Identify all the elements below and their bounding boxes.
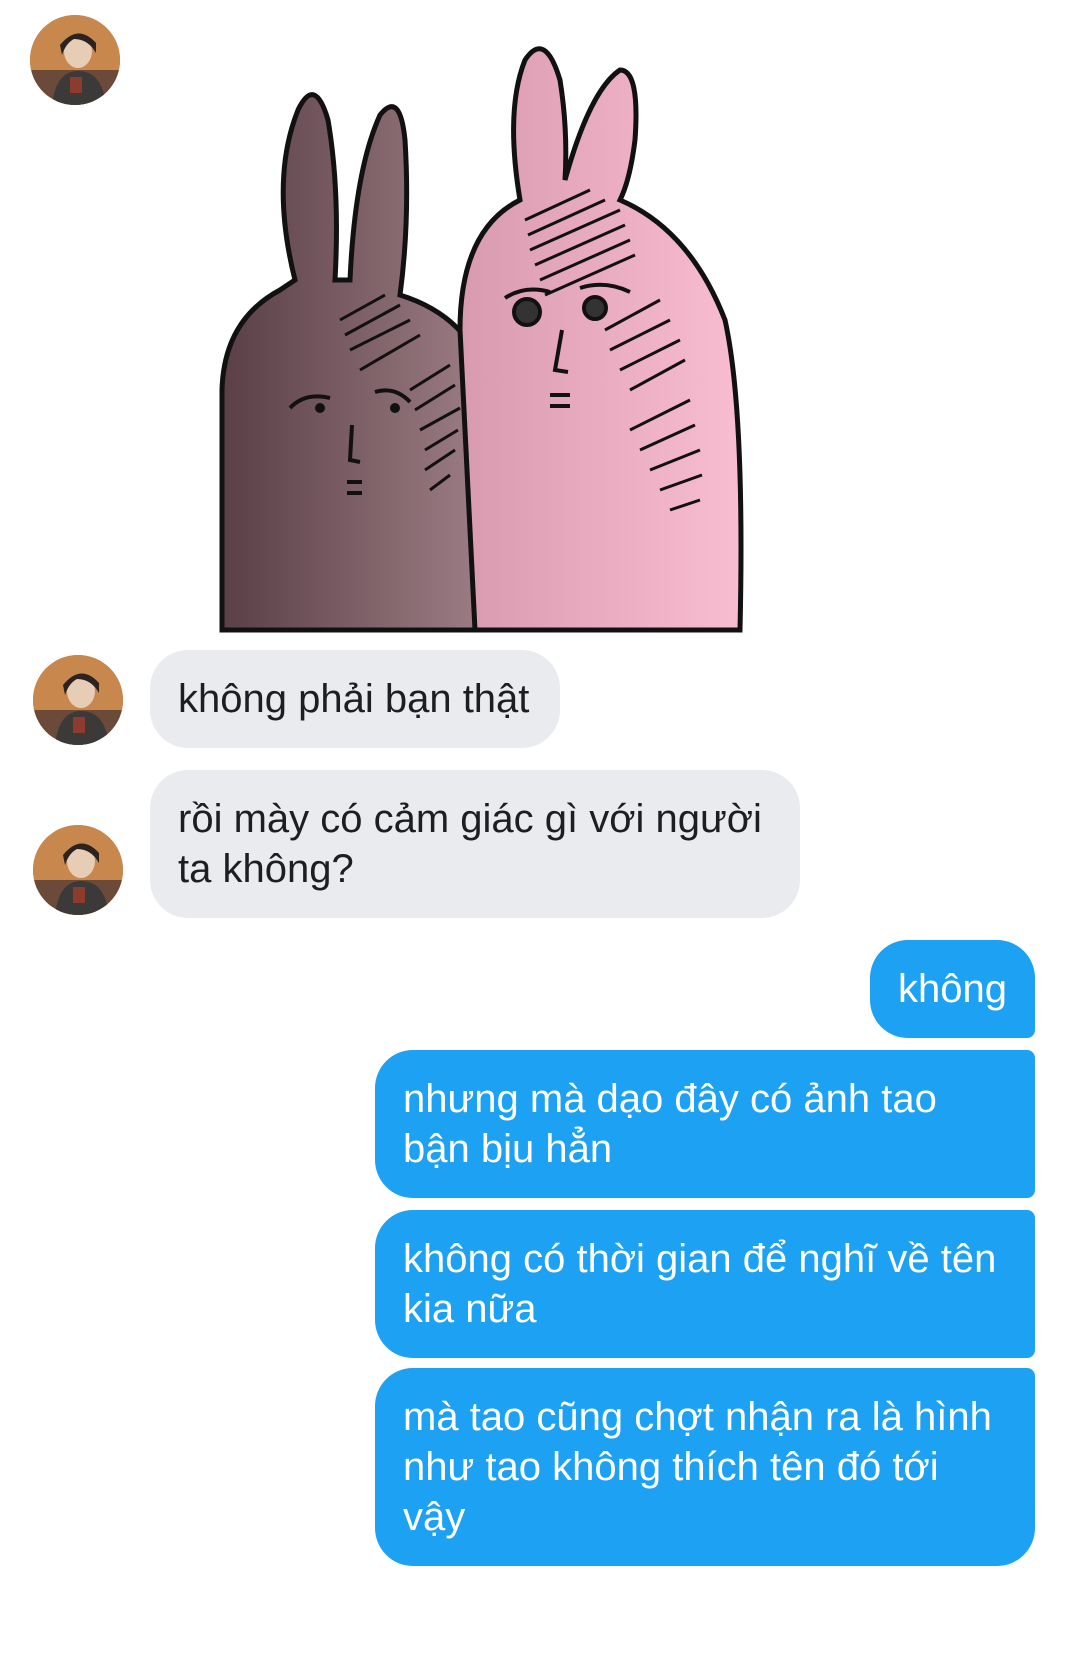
message-bubble-sent[interactable]: không có thời gian để nghĩ về tên kia nữ… [375, 1210, 1035, 1358]
contact-avatar[interactable] [33, 825, 123, 915]
two-rabbits-sticker [219, 46, 744, 633]
contact-avatar[interactable] [30, 15, 120, 105]
message-bubble-sent[interactable]: không [870, 940, 1035, 1038]
message-bubble-received[interactable]: không phải bạn thật [150, 650, 560, 748]
message-bubble-sent[interactable]: nhưng mà dạo đây có ảnh tao bận bịu hẳn [375, 1050, 1035, 1198]
message-bubble-received[interactable]: rồi mày có cảm giác gì với người ta khôn… [150, 770, 800, 918]
contact-avatar[interactable] [33, 655, 123, 745]
profile-photo-icon [30, 15, 120, 105]
profile-photo-icon [33, 825, 123, 915]
profile-photo-icon [33, 655, 123, 745]
message-bubble-sent[interactable]: mà tao cũng chợt nhận ra là hình như tao… [375, 1368, 1035, 1566]
